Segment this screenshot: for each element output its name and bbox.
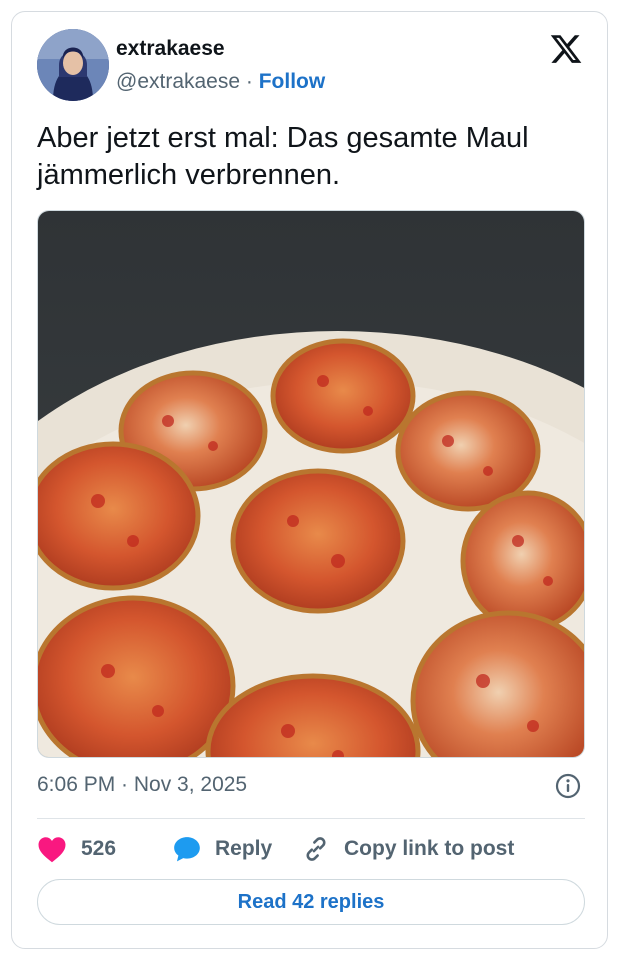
follow-button[interactable]: Follow: [259, 70, 326, 93]
read-replies-button[interactable]: Read 42 replies: [37, 879, 585, 925]
speech-bubble-icon: [174, 837, 200, 862]
heart-icon: [38, 837, 66, 863]
author-handle-line: @extrakaese · Follow: [116, 70, 325, 94]
reply-button[interactable]: Reply: [173, 832, 272, 866]
like-button[interactable]: 526: [37, 832, 116, 866]
author-handle[interactable]: @extrakaese: [116, 70, 240, 93]
info-icon[interactable]: [555, 773, 581, 799]
copy-link-label: Copy link to post: [344, 837, 515, 860]
copy-link-button[interactable]: Copy link to post: [302, 832, 514, 866]
embedded-post-card: extrakaese @extrakaese · Follow Aber jet…: [11, 11, 608, 949]
divider: [37, 818, 585, 819]
link-icon: [306, 837, 326, 861]
post-timestamp[interactable]: 6:06 PM · Nov 3, 2025: [37, 773, 247, 797]
post-text: Aber jetzt erst mal: Das gesamte Maul jä…: [37, 122, 529, 191]
reply-label: Reply: [215, 837, 273, 860]
separator-dot: ·: [245, 70, 253, 93]
author-display-name[interactable]: extrakaese: [116, 37, 225, 61]
likes-count: 526: [81, 837, 117, 860]
avatar[interactable]: [37, 29, 109, 101]
action-bar: 526 Reply Copy link to post: [37, 832, 587, 866]
post-photo[interactable]: [37, 210, 585, 758]
avatar-image: [37, 29, 109, 101]
x-logo-icon[interactable]: [549, 32, 583, 66]
